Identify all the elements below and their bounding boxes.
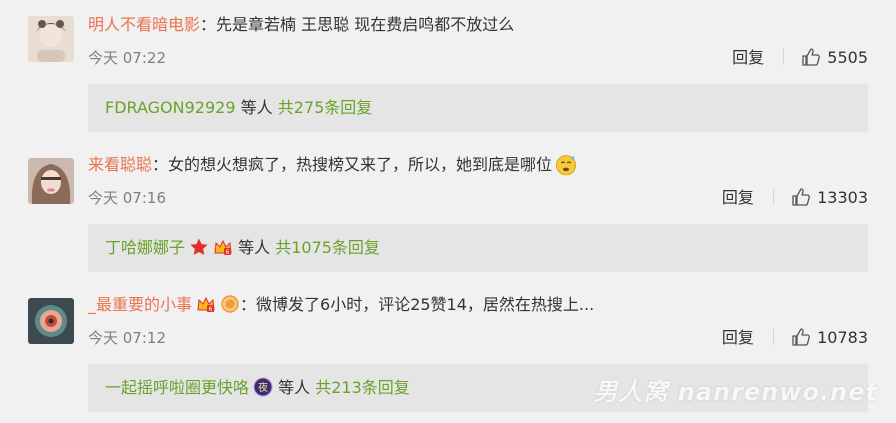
orange-medal-badge-icon bbox=[221, 295, 239, 313]
like-count: 5505 bbox=[827, 48, 868, 67]
divider bbox=[783, 49, 785, 65]
like-button[interactable]: 10783 bbox=[791, 328, 868, 347]
thumbs-up-icon bbox=[802, 48, 821, 66]
comment-username[interactable]: _最重要的小事 bbox=[88, 295, 192, 314]
reply-users-link[interactable]: FDRAGON92929 bbox=[105, 98, 236, 117]
comment-text: ：女的想火想疯了，热搜榜又来了，所以，她到底是哪位 bbox=[152, 155, 553, 174]
vip-crown-badge-icon: 6 bbox=[197, 296, 215, 313]
reply-mid-text: 等人 bbox=[235, 98, 278, 117]
comment-time: 今天 07:16 bbox=[88, 189, 166, 207]
reply-summary: 丁哈娜娜子 6 等人 共1075条回复 bbox=[88, 224, 868, 272]
reply-button[interactable]: 回复 bbox=[732, 48, 764, 67]
like-button[interactable]: 13303 bbox=[791, 188, 868, 207]
reply-summary: FDRAGON92929 等人 共275条回复 bbox=[88, 84, 868, 132]
comment-time: 今天 07:22 bbox=[88, 49, 166, 67]
avatar[interactable] bbox=[28, 16, 74, 62]
view-replies-link[interactable]: 共1075条回复 bbox=[275, 238, 380, 257]
reply-users-link[interactable]: 一起摇呼啦圈更快咯 bbox=[105, 378, 249, 397]
comment-username[interactable]: 明人不看暗电影 bbox=[88, 15, 200, 34]
svg-text:夜: 夜 bbox=[258, 381, 268, 394]
reply-mid-text: 等人 bbox=[273, 378, 316, 397]
comment-time: 今天 07:12 bbox=[88, 329, 166, 347]
svg-text:6: 6 bbox=[226, 249, 230, 256]
red-star-badge-icon bbox=[190, 238, 208, 255]
reply-button[interactable]: 回复 bbox=[722, 188, 754, 207]
like-button[interactable]: 5505 bbox=[801, 48, 868, 67]
svg-text:6: 6 bbox=[209, 306, 213, 313]
thumbs-up-icon bbox=[792, 188, 810, 206]
divider bbox=[773, 329, 774, 345]
comment-text: ：先是章若楠 王思聪 现在费启鸣都不放过么 bbox=[200, 15, 515, 34]
view-replies-link[interactable]: 共213条回复 bbox=[315, 378, 410, 397]
sweat-smile-emoji-icon bbox=[555, 155, 577, 176]
like-count: 13303 bbox=[817, 188, 868, 207]
avatar[interactable] bbox=[28, 298, 74, 344]
thumbs-up-icon bbox=[792, 328, 810, 346]
reply-mid-text: 等人 bbox=[233, 238, 276, 257]
comment-username[interactable]: 来看聪聪 bbox=[88, 155, 152, 174]
reply-button[interactable]: 回复 bbox=[722, 328, 754, 347]
divider bbox=[773, 189, 774, 205]
reply-users-link[interactable]: 丁哈娜娜子 bbox=[105, 238, 185, 257]
site-watermark: 男人窝 nanrenwo.net bbox=[593, 378, 878, 406]
avatar[interactable] bbox=[28, 158, 74, 204]
like-count: 10783 bbox=[817, 328, 868, 347]
view-replies-link[interactable]: 共275条回复 bbox=[278, 98, 373, 117]
vip-crown-badge-icon: 6 bbox=[214, 239, 232, 256]
night-badge-icon: 夜 bbox=[253, 377, 273, 397]
comment-text: ：微博发了6小时，评论25赞14，居然在热搜上... bbox=[240, 295, 595, 314]
